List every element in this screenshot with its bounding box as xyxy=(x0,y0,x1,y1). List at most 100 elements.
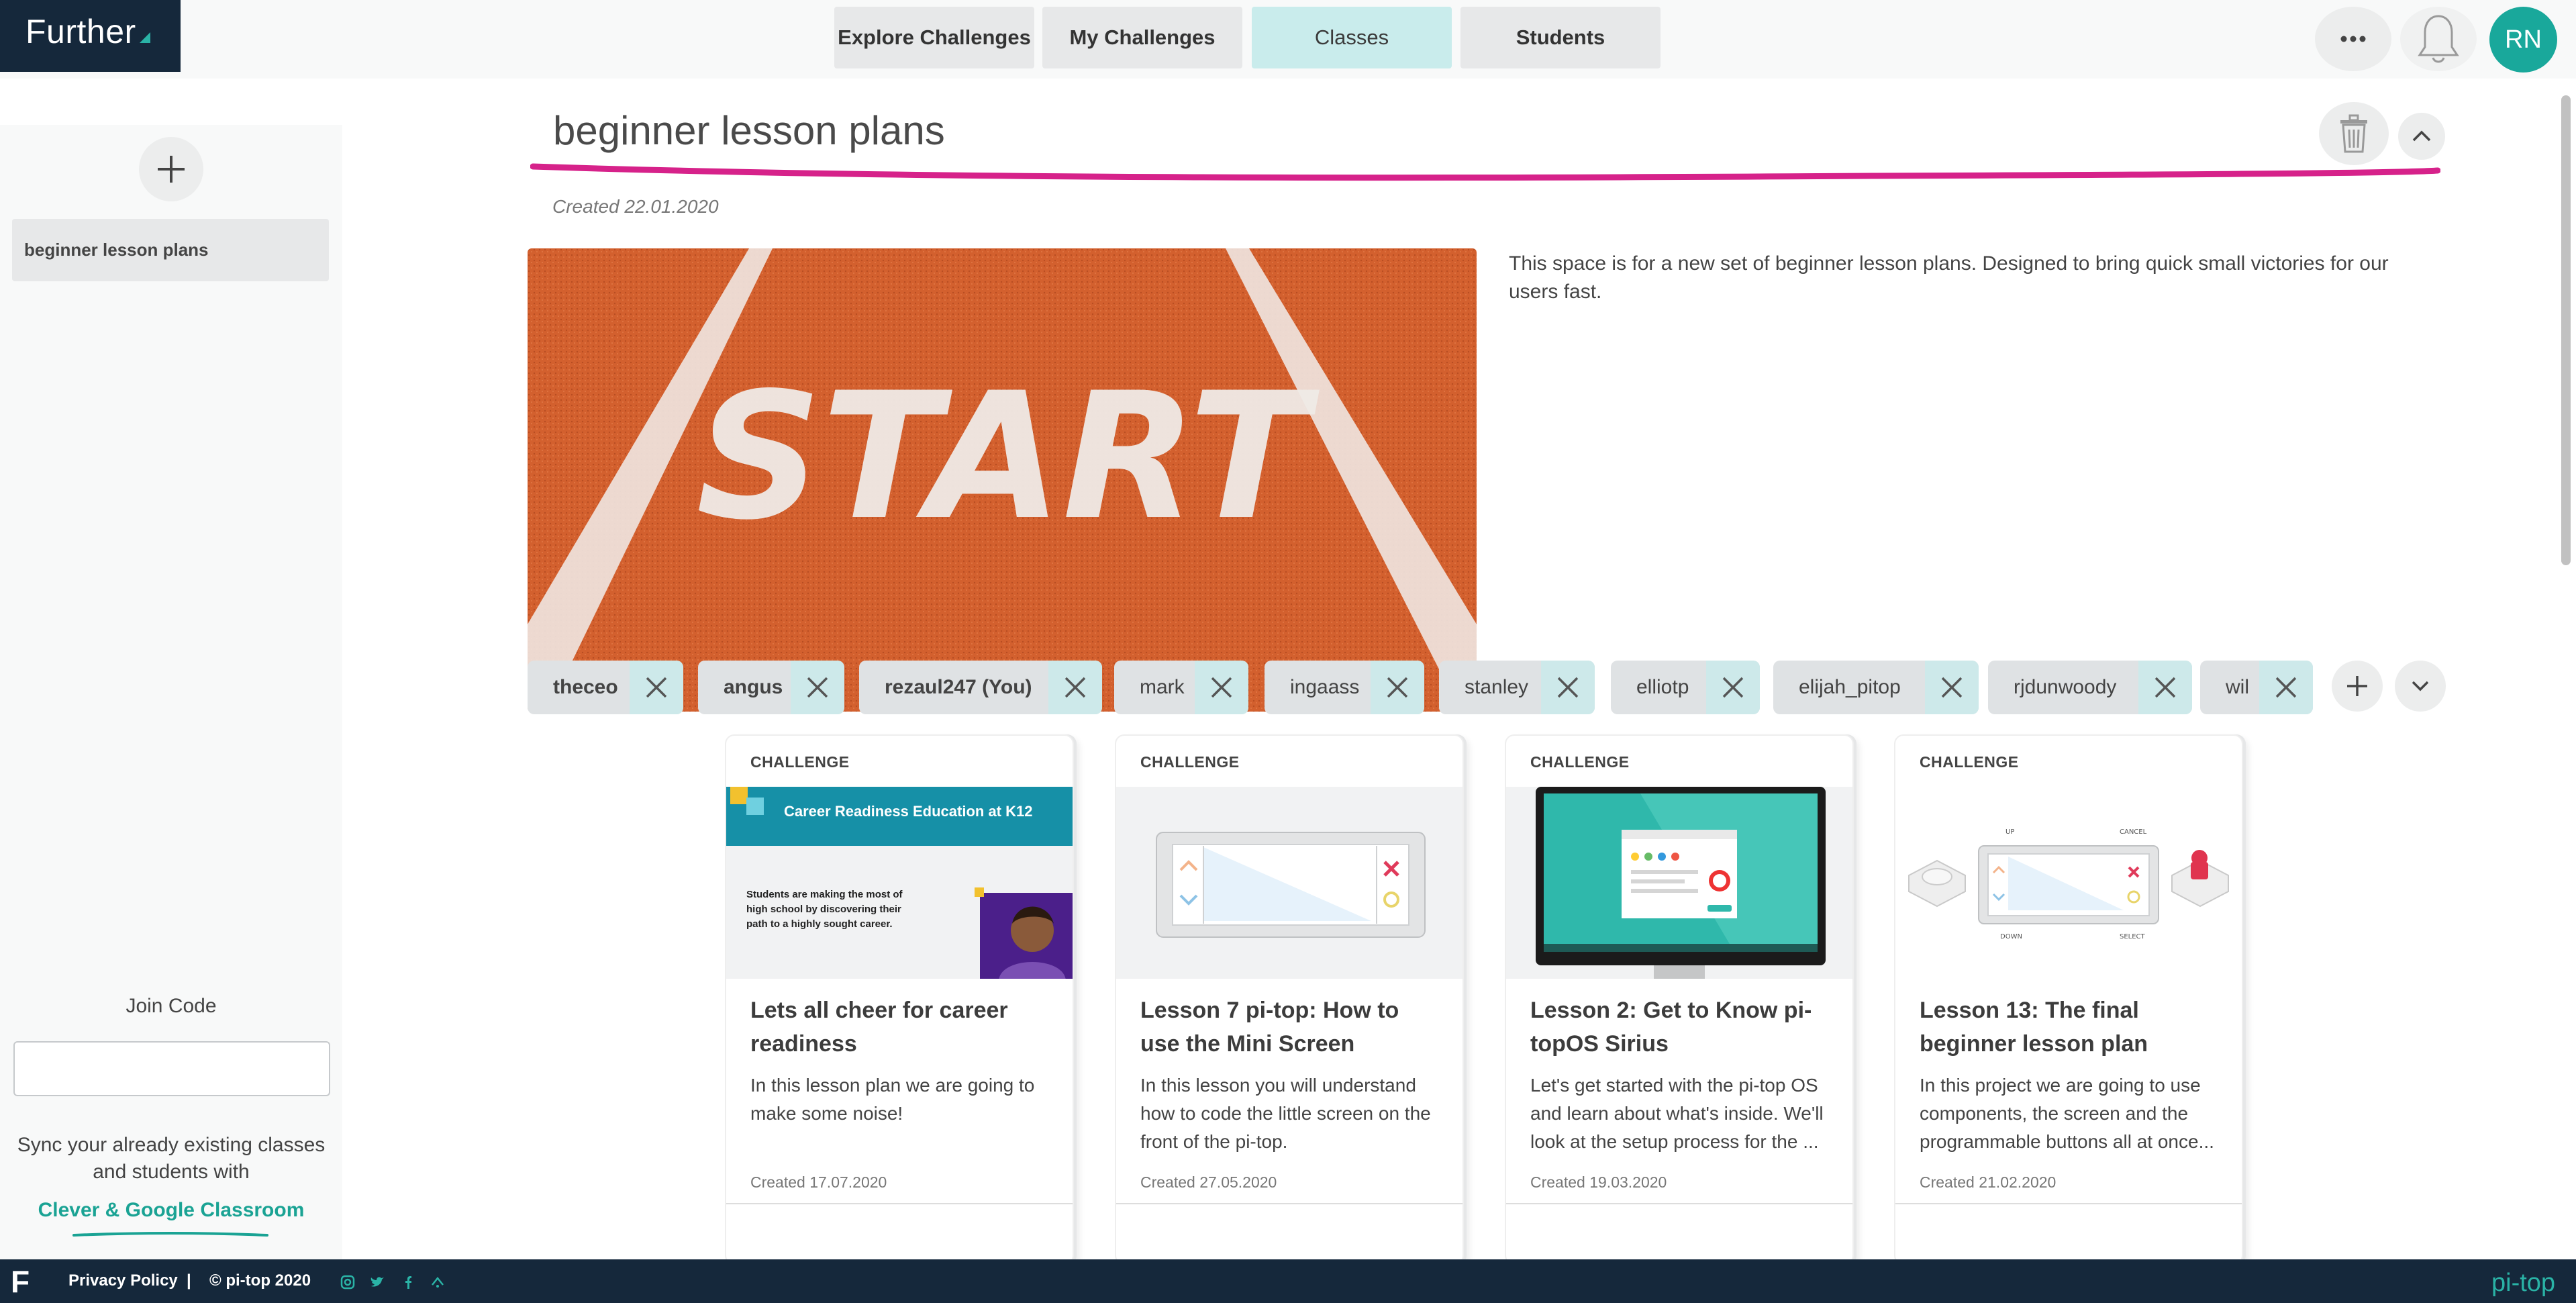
bell-icon xyxy=(2418,15,2459,63)
student-name: angus xyxy=(724,676,783,698)
collapse-button[interactable] xyxy=(2398,113,2445,160)
card-title: Lesson 13: The final beginner lesson pla… xyxy=(1920,998,2148,1057)
notifications-button[interactable] xyxy=(2400,7,2477,71)
tab-explore-challenges[interactable]: Explore Challenges xyxy=(834,7,1034,68)
student-chip-stanley: stanley xyxy=(1439,661,1595,714)
close-icon xyxy=(646,677,667,698)
sync-description: Sync your already existing classes and s… xyxy=(17,1134,326,1183)
add-class-button[interactable] xyxy=(139,137,203,201)
card-type-label: CHALLENGE xyxy=(1530,753,1630,771)
card-title: Lesson 7 pi-top: How to use the Mini Scr… xyxy=(1140,998,1399,1057)
challenge-card[interactable]: CHALLENGE UP CANCEL DOWN SELECT Lesson 1… xyxy=(1894,734,2243,1265)
remove-student-button[interactable] xyxy=(2259,661,2313,714)
close-icon xyxy=(1211,677,1232,698)
student-chip-mark: mark xyxy=(1114,661,1248,714)
remove-student-button[interactable] xyxy=(791,661,844,714)
card-description: Let's get started with the pi-top OS and… xyxy=(1530,1075,1824,1152)
chevron-up-icon xyxy=(2412,130,2431,142)
close-icon xyxy=(1557,677,1579,698)
user-avatar[interactable]: RN xyxy=(2489,7,2557,73)
further-logo[interactable]: Further xyxy=(0,0,181,72)
add-student-button[interactable] xyxy=(2332,661,2383,712)
privacy-policy-link[interactable]: Privacy Policy xyxy=(68,1271,178,1290)
mini-screen-illustration xyxy=(1156,832,1426,938)
trash-icon xyxy=(2340,114,2367,153)
pi-top-brand-logo[interactable]: pi-top xyxy=(2491,1269,2555,1298)
join-code-input[interactable] xyxy=(13,1041,330,1096)
card-type-label: CHALLENGE xyxy=(750,753,850,771)
student-chip-ingaass: ingaass xyxy=(1265,661,1424,714)
footer: F Privacy Policy | © pi-top 2020 pi-top xyxy=(0,1259,2576,1303)
card-title: Lesson 2: Get to Know pi-topOS Sirius xyxy=(1530,998,1812,1057)
top-bar: Further Explore Challenges My Challenges… xyxy=(0,0,2576,79)
tab-students[interactable]: Students xyxy=(1460,7,1661,68)
button-label-select: SELECT xyxy=(2120,933,2146,940)
challenge-card[interactable]: CHALLENGE Lesson 7 pi-top: How to use th… xyxy=(1115,734,1464,1265)
remove-student-button[interactable] xyxy=(1541,661,1595,714)
student-name: rjdunwoody xyxy=(2014,676,2117,698)
remove-student-button[interactable] xyxy=(1925,661,1979,714)
student-chip-rezaul247: rezaul247 (You) xyxy=(859,661,1102,714)
student-name: elliotp xyxy=(1636,676,1689,698)
card-created-date: Created 17.07.2020 xyxy=(750,1173,887,1191)
footer-logo[interactable]: F xyxy=(11,1263,30,1300)
plus-icon xyxy=(2347,676,2367,696)
student-chip-wil: wil xyxy=(2200,661,2313,714)
thumbnail-banner-text: Career Readiness Education at K12 xyxy=(784,803,1033,820)
card-thumbnail xyxy=(1506,787,1852,979)
card-divider xyxy=(726,1203,1073,1204)
challenge-card[interactable]: CHALLENGE Lesson 2: Get to Know pi-topOS… xyxy=(1505,734,1854,1265)
facebook-icon[interactable] xyxy=(400,1274,416,1290)
student-name: ingaass xyxy=(1290,676,1360,698)
student-name: rezaul247 (You) xyxy=(885,676,1032,698)
more-options-button[interactable] xyxy=(2315,7,2391,71)
hero-start-text: START xyxy=(696,356,1320,559)
remove-student-button[interactable] xyxy=(1048,661,1102,714)
close-icon xyxy=(1941,677,1963,698)
join-code-label: Join Code xyxy=(126,995,217,1017)
card-divider xyxy=(1116,1203,1463,1204)
card-type-label: CHALLENGE xyxy=(1920,753,2019,771)
challenge-card[interactable]: CHALLENGE Career Readiness Education at … xyxy=(725,734,1074,1265)
tab-classes[interactable]: Classes xyxy=(1252,7,1452,68)
button-label-cancel: CANCEL xyxy=(2120,828,2147,836)
clever-google-classroom-link[interactable]: Clever & Google Classroom xyxy=(0,1199,342,1222)
student-name: stanley xyxy=(1465,676,1529,698)
ellipsis-icon xyxy=(2340,36,2366,42)
remove-student-button[interactable] xyxy=(1706,661,1760,714)
twitter-icon[interactable] xyxy=(369,1274,385,1290)
remove-student-button[interactable] xyxy=(2138,661,2192,714)
student-chip-angus: angus xyxy=(698,661,844,714)
footer-separator: | xyxy=(187,1271,191,1290)
card-description: In this lesson you will understand how t… xyxy=(1140,1075,1431,1152)
card-created-date: Created 27.05.2020 xyxy=(1140,1173,1277,1191)
pi-top-symbol-icon[interactable] xyxy=(430,1274,446,1290)
thumbnail-body-text: Students are making the most of high sch… xyxy=(746,889,903,930)
card-divider xyxy=(1895,1203,2242,1204)
running-track-image: START xyxy=(528,248,1477,712)
close-icon xyxy=(807,677,828,698)
scrollbar-thumb[interactable] xyxy=(2561,95,2571,565)
student-photo xyxy=(999,906,1066,979)
card-thumbnail: Career Readiness Education at K12 Studen… xyxy=(726,787,1073,979)
student-name: mark xyxy=(1140,676,1185,698)
student-name: wil xyxy=(2226,676,2249,698)
pi-topos-screen-illustration xyxy=(1506,787,1852,979)
student-name: elijah_pitop xyxy=(1799,676,1901,698)
remove-student-button[interactable] xyxy=(1195,661,1248,714)
student-chip-rjdunwoody: rjdunwoody xyxy=(1988,661,2192,714)
remove-student-button[interactable] xyxy=(630,661,683,714)
card-type-label: CHALLENGE xyxy=(1140,753,1240,771)
copyright-text: © pi-top 2020 xyxy=(209,1271,311,1290)
instagram-icon[interactable] xyxy=(340,1274,356,1290)
expand-students-button[interactable] xyxy=(2395,661,2446,712)
tab-my-challenges[interactable]: My Challenges xyxy=(1042,7,1242,68)
class-title[interactable]: beginner lesson plans xyxy=(553,107,945,154)
close-icon xyxy=(1064,677,1086,698)
close-icon xyxy=(1387,677,1408,698)
sync-link-underline xyxy=(72,1232,268,1237)
student-name: theceo xyxy=(553,676,618,698)
sidebar-item-beginner-lesson-plans[interactable]: beginner lesson plans xyxy=(12,219,329,281)
delete-class-button[interactable] xyxy=(2319,102,2389,165)
remove-student-button[interactable] xyxy=(1371,661,1424,714)
